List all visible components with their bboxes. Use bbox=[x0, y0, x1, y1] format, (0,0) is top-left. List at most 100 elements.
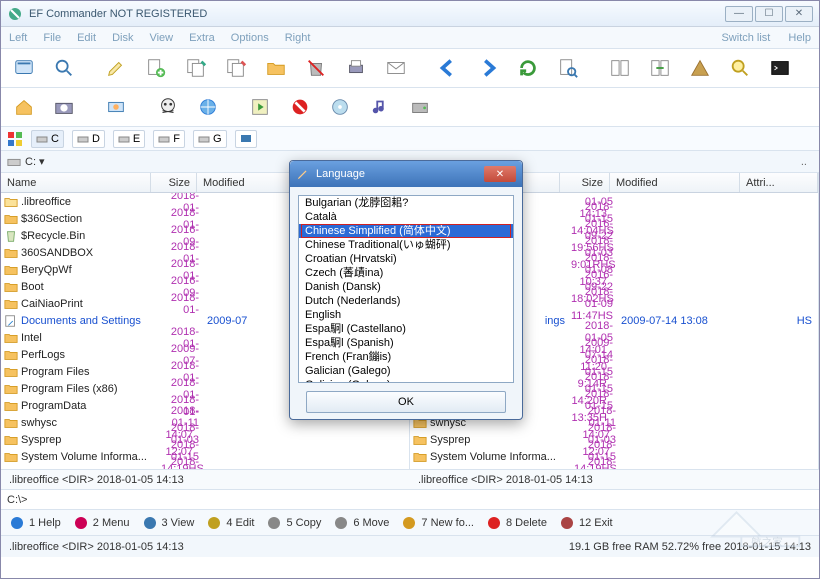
ok-button[interactable]: OK bbox=[306, 391, 506, 413]
col-attr-r[interactable]: Attri... bbox=[740, 173, 818, 192]
tool-edit[interactable] bbox=[99, 53, 133, 83]
tool-network[interactable] bbox=[99, 92, 133, 122]
drive-desktop[interactable] bbox=[235, 130, 257, 148]
language-option[interactable]: Espa駉l (Spanish) bbox=[299, 336, 513, 350]
language-dialog: Language ✕ Bulgarian (龙脖囵耜?CatalàChinese… bbox=[289, 160, 523, 420]
tool-delete[interactable] bbox=[299, 53, 333, 83]
tool-pyramid[interactable] bbox=[683, 53, 717, 83]
tool-music[interactable] bbox=[363, 92, 397, 122]
language-option[interactable]: Galician (Galego) bbox=[299, 378, 513, 383]
tool-print[interactable] bbox=[339, 53, 373, 83]
bottom-left: .libreoffice <DIR> 2018-01-05 14:13 bbox=[9, 541, 184, 553]
command-prompt: C:\> bbox=[7, 494, 27, 506]
fn-edit[interactable]: 4 Edit bbox=[206, 515, 254, 531]
language-option[interactable]: French (Fran鏰is) bbox=[299, 350, 513, 364]
drive-bar: CDEFG bbox=[1, 127, 819, 151]
drive-g[interactable]: G bbox=[193, 130, 227, 148]
language-option[interactable]: Chinese Traditional(いゅ蝴砰) bbox=[299, 238, 513, 252]
menu-switch-list[interactable]: Switch list bbox=[721, 32, 770, 44]
menu-file[interactable]: File bbox=[43, 32, 61, 44]
status-left: .libreoffice <DIR> 2018-01-05 14:13 bbox=[1, 469, 410, 489]
language-option[interactable]: Chinese Simplified (简体中文) bbox=[299, 224, 513, 238]
menu-options[interactable]: Options bbox=[231, 32, 269, 44]
language-option[interactable]: Danish (Dansk) bbox=[299, 280, 513, 294]
tool-sync[interactable] bbox=[643, 53, 677, 83]
fn-newfo[interactable]: 7 New fo... bbox=[401, 515, 474, 531]
tool-skull[interactable] bbox=[151, 92, 185, 122]
language-option[interactable]: Czech (萫歵ina) bbox=[299, 266, 513, 280]
tool-move[interactable] bbox=[219, 53, 253, 83]
tool-properties[interactable] bbox=[7, 53, 41, 83]
col-name[interactable]: Name bbox=[1, 173, 151, 192]
language-option[interactable]: Dutch (Nederlands) bbox=[299, 294, 513, 308]
language-option[interactable]: Espa駉l (Castellano) bbox=[299, 322, 513, 336]
tool-back[interactable] bbox=[431, 53, 465, 83]
menu-right[interactable]: Right bbox=[285, 32, 311, 44]
menu-bar: Left File Edit Disk View Extra Options R… bbox=[1, 27, 819, 49]
tool-forward[interactable] bbox=[471, 53, 505, 83]
watermark: 航之家 bbox=[691, 493, 811, 554]
fn-view[interactable]: 3 View bbox=[142, 515, 195, 531]
tool-mail[interactable] bbox=[379, 53, 413, 83]
tool-search[interactable] bbox=[47, 53, 81, 83]
menu-left[interactable]: Left bbox=[9, 32, 27, 44]
drive-icon bbox=[7, 155, 21, 169]
toolbar-main bbox=[1, 49, 819, 88]
window-title: EF Commander NOT REGISTERED bbox=[29, 8, 207, 20]
maximize-button[interactable]: ☐ bbox=[755, 6, 783, 22]
tool-compare[interactable] bbox=[603, 53, 637, 83]
language-list[interactable]: Bulgarian (龙脖囵耜?CatalàChinese Simplified… bbox=[298, 195, 514, 383]
tool-findfile[interactable] bbox=[551, 53, 585, 83]
close-button[interactable]: ✕ bbox=[785, 6, 813, 22]
fn-exit[interactable]: 12 Exit bbox=[559, 515, 613, 531]
tool-new[interactable] bbox=[139, 53, 173, 83]
status-right: .libreoffice <DIR> 2018-01-05 14:13 bbox=[410, 469, 819, 489]
col-mod-r[interactable]: Modified bbox=[610, 173, 740, 192]
tool-find[interactable] bbox=[723, 53, 757, 83]
menu-view[interactable]: View bbox=[149, 32, 173, 44]
svg-text:航之家: 航之家 bbox=[751, 536, 783, 549]
menu-help[interactable]: Help bbox=[788, 32, 811, 44]
language-option[interactable]: Croatian (Hrvatski) bbox=[299, 252, 513, 266]
tool-globe[interactable] bbox=[191, 92, 225, 122]
tool-newfolder[interactable] bbox=[259, 53, 293, 83]
path-up[interactable]: .. bbox=[795, 156, 813, 168]
fn-help[interactable]: 1 Help bbox=[9, 515, 61, 531]
language-option[interactable]: Galician (Galego) bbox=[299, 364, 513, 378]
language-option[interactable]: English bbox=[299, 308, 513, 322]
dialog-titlebar[interactable]: Language ✕ bbox=[290, 161, 522, 187]
language-option[interactable]: Bulgarian (龙脖囵耜? bbox=[299, 196, 513, 210]
title-bar: EF Commander NOT REGISTERED — ☐ ✕ bbox=[1, 1, 819, 27]
toolbar-secondary bbox=[1, 88, 819, 127]
tool-copy[interactable] bbox=[179, 53, 213, 83]
pencil-icon bbox=[296, 167, 310, 181]
language-option[interactable]: Català bbox=[299, 210, 513, 224]
dialog-title: Language bbox=[316, 168, 365, 180]
menu-disk[interactable]: Disk bbox=[112, 32, 133, 44]
fn-delete[interactable]: 8 Delete bbox=[486, 515, 547, 531]
menu-edit[interactable]: Edit bbox=[77, 32, 96, 44]
windows-icon bbox=[7, 131, 23, 147]
col-size[interactable]: Size bbox=[151, 173, 197, 192]
minimize-button[interactable]: — bbox=[725, 6, 753, 22]
tool-refresh[interactable] bbox=[511, 53, 545, 83]
tool-home[interactable] bbox=[7, 92, 41, 122]
drive-e[interactable]: E bbox=[113, 130, 145, 148]
fn-move[interactable]: 6 Move bbox=[333, 515, 389, 531]
fn-menu[interactable]: 2 Menu bbox=[73, 515, 130, 531]
menu-extra[interactable]: Extra bbox=[189, 32, 215, 44]
tool-camera[interactable] bbox=[47, 92, 81, 122]
drive-d[interactable]: D bbox=[72, 130, 105, 148]
tool-console[interactable] bbox=[763, 53, 797, 83]
tool-play[interactable] bbox=[243, 92, 277, 122]
tool-disk[interactable] bbox=[403, 92, 437, 122]
tool-cd[interactable] bbox=[323, 92, 357, 122]
drive-c[interactable]: C bbox=[31, 130, 64, 148]
dialog-close-button[interactable]: ✕ bbox=[484, 166, 516, 182]
tool-block[interactable] bbox=[283, 92, 317, 122]
fn-copy[interactable]: 5 Copy bbox=[266, 515, 321, 531]
drive-f[interactable]: F bbox=[153, 130, 185, 148]
app-icon bbox=[7, 6, 23, 22]
panel-status: .libreoffice <DIR> 2018-01-05 14:13 .lib… bbox=[1, 469, 819, 489]
col-size-r[interactable]: Size bbox=[560, 173, 610, 192]
